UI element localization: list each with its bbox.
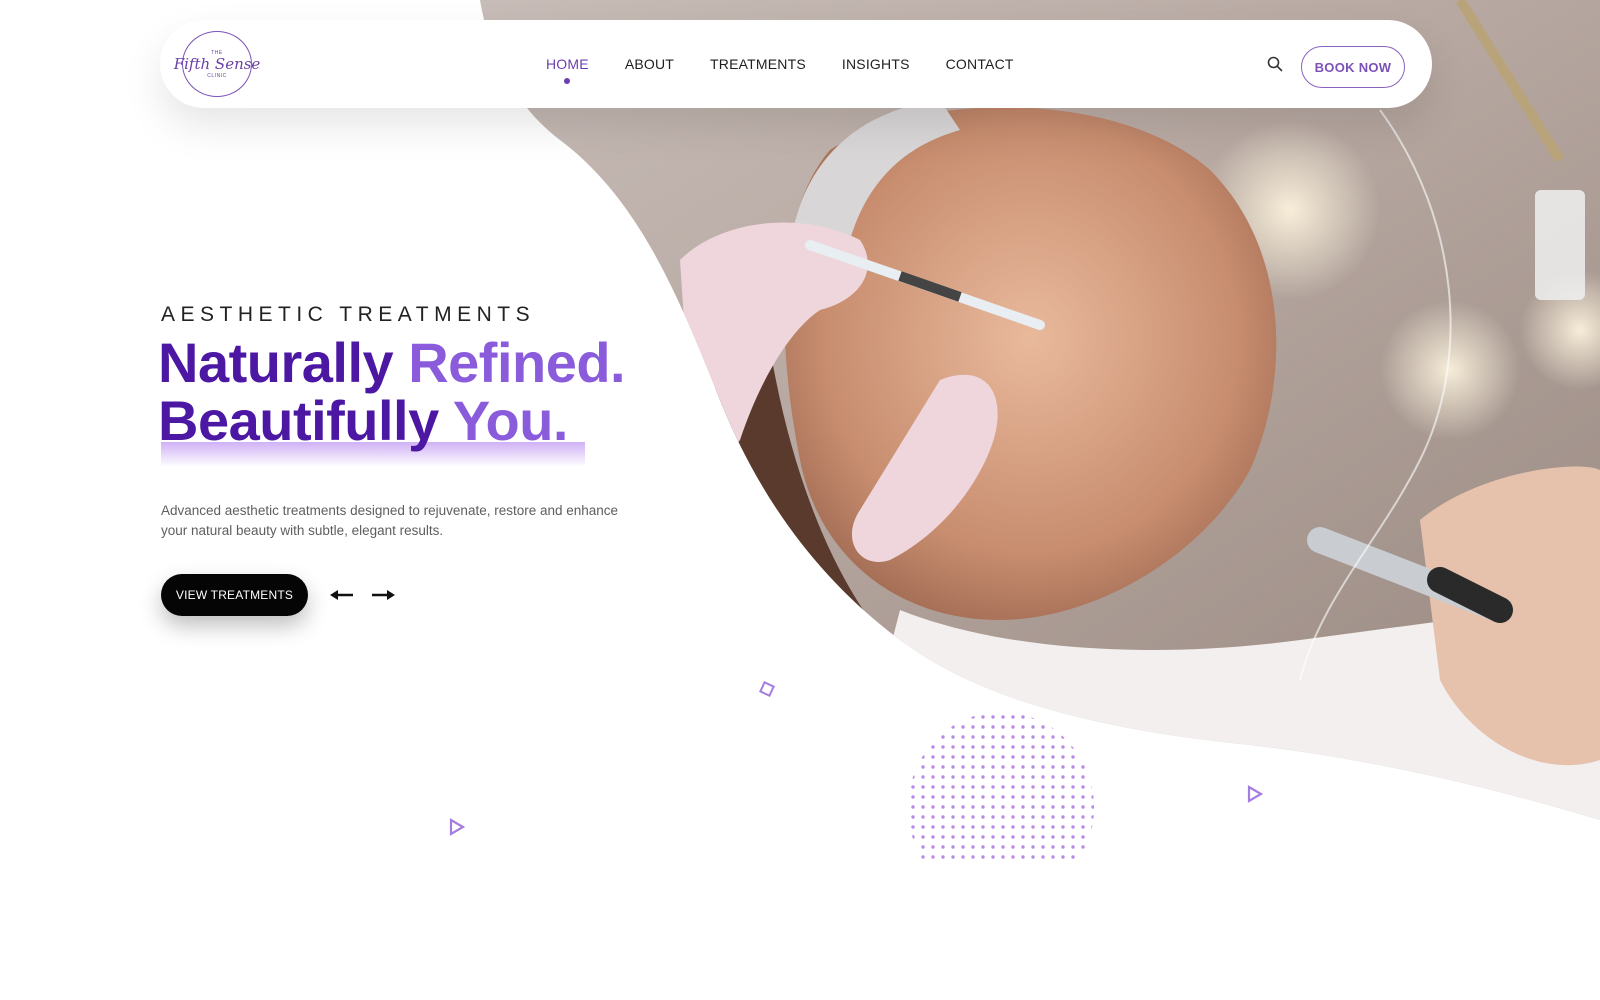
hero-description: Advanced aesthetic treatments designed t… [161, 503, 619, 538]
headline-word-naturally: Naturally [158, 331, 394, 394]
headline-word-refined: Refined. [408, 331, 626, 394]
main-menu: HOME ABOUT TREATMENTS INSIGHTS CONTACT [546, 20, 1050, 108]
triangle-shape [449, 818, 466, 836]
book-now-button[interactable]: BOOK NOW [1301, 46, 1405, 88]
logo-bottom-text: CLINIC [207, 72, 227, 79]
nav-item-insights[interactable]: INSIGHTS [842, 56, 910, 72]
nav-item-about[interactable]: ABOUT [625, 56, 674, 72]
arrow-left-icon[interactable] [329, 587, 355, 603]
nav-item-treatments[interactable]: TREATMENTS [710, 56, 806, 72]
hero-image [0, 0, 1600, 1000]
nav-item-contact[interactable]: CONTACT [946, 56, 1014, 72]
headline-word-beautifully: Beautifully [158, 389, 439, 452]
view-treatments-button[interactable]: VIEW TREATMENTS [161, 574, 308, 616]
page: THE Fifth Sense CLINIC HOME ABOUT TREATM… [0, 0, 1600, 1000]
search-icon[interactable] [1266, 55, 1284, 73]
nav-item-home[interactable]: HOME [546, 56, 589, 84]
diamond-shape [759, 681, 775, 697]
headline-word-you: You. [452, 389, 569, 452]
hero-eyebrow: AESTHETIC TREATMENTS [161, 303, 536, 326]
triangle-shape [1247, 785, 1264, 803]
top-navigation: THE Fifth Sense CLINIC HOME ABOUT TREATM… [160, 20, 1432, 108]
logo-name-text: Fifth Sense [173, 54, 261, 73]
arrow-right-icon[interactable] [370, 587, 396, 603]
hero-headline: Naturally Refined. Beautifully You. [158, 331, 626, 452]
clinic-logo[interactable]: THE Fifth Sense CLINIC [174, 31, 260, 97]
dot-pattern [908, 712, 1094, 862]
